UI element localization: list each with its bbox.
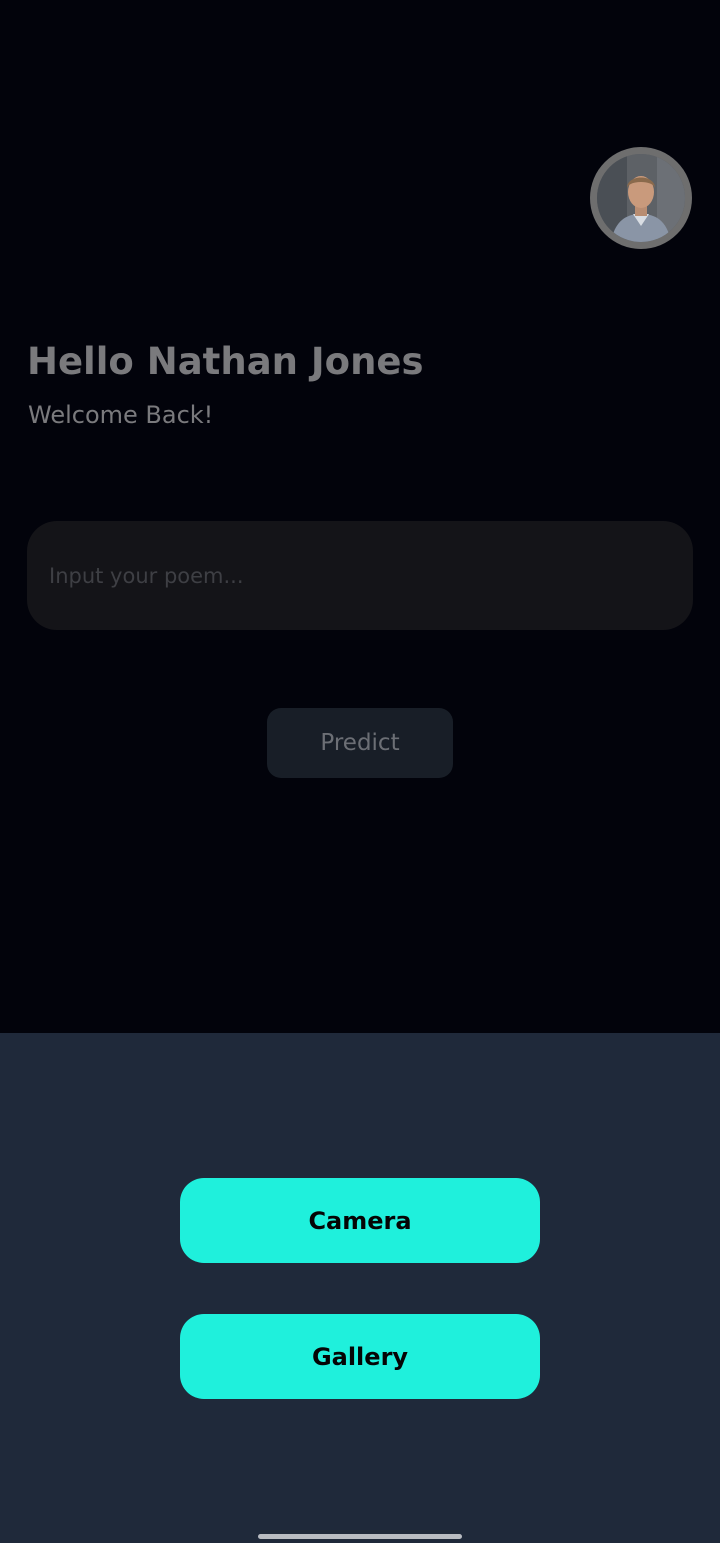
- app-screen: Hello Nathan Jones Welcome Back! Predict…: [0, 0, 720, 1543]
- greeting-title: Hello Nathan Jones: [27, 340, 424, 383]
- home-indicator[interactable]: [258, 1534, 462, 1539]
- camera-button[interactable]: Camera: [180, 1178, 540, 1263]
- greeting-subtitle: Welcome Back!: [28, 401, 214, 429]
- predict-button[interactable]: Predict: [267, 708, 453, 778]
- image-source-sheet: Camera Gallery: [0, 1033, 720, 1543]
- profile-avatar[interactable]: [590, 147, 692, 249]
- gallery-button[interactable]: Gallery: [180, 1314, 540, 1399]
- poem-input[interactable]: [27, 521, 693, 630]
- avatar-photo-icon: [597, 154, 685, 242]
